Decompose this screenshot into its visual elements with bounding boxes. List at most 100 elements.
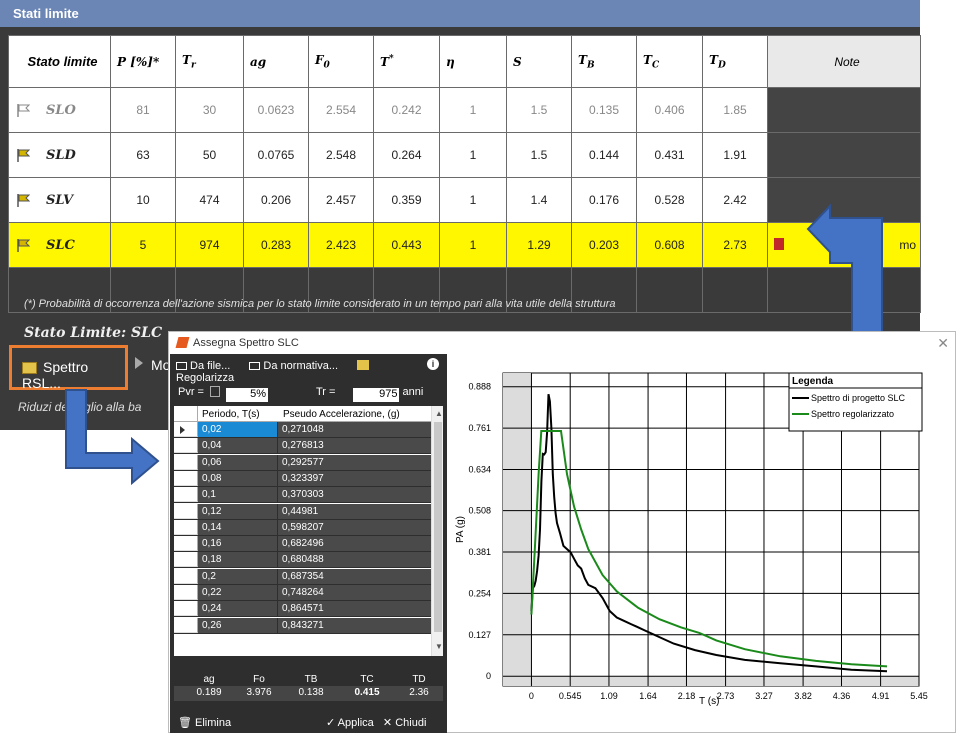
table-row[interactable]: SLO 81 30 0.0623 2.554 0.242 1 1.5 0.135 0.406 1.… [8, 87, 921, 133]
x-tick-label: 4.36 [833, 691, 851, 701]
row-header[interactable] [174, 552, 198, 568]
col-s[interactable]: S [506, 35, 572, 88]
period-cell[interactable]: 0,18 [198, 552, 278, 568]
pa-cell[interactable]: 0,44981 [279, 504, 431, 519]
row-header[interactable] [174, 601, 198, 617]
period-cell[interactable]: 0,06 [198, 454, 278, 470]
row-header[interactable] [174, 568, 198, 584]
row-name: SLD [46, 147, 76, 163]
table-row[interactable]: 0,1 0,370303 [174, 487, 431, 504]
row-header[interactable] [174, 470, 198, 486]
row-header[interactable] [174, 438, 198, 454]
pa-cell[interactable]: 0,370303 [279, 487, 431, 502]
table-row[interactable]: 0,22 0,748264 [174, 585, 431, 601]
grid-scrollbar[interactable]: ▲ ▼ [431, 406, 443, 656]
period-cell[interactable]: 0,26 [198, 617, 278, 633]
period-cell[interactable]: 0,12 [198, 503, 278, 519]
pa-cell[interactable]: 0,687354 [279, 569, 431, 584]
row-header[interactable] [174, 503, 198, 519]
x-axis-label: T (s) [699, 696, 719, 707]
row-header[interactable] [174, 585, 198, 600]
close-icon[interactable]: ✕ [937, 335, 949, 352]
table-row[interactable]: SLV 10 474 0.206 2.457 0.359 1 1.4 0.176 0.528 2.… [8, 177, 921, 223]
col-ag[interactable]: ag [243, 35, 309, 88]
footnote: (*) Probabilità di occorrenza dell'azion… [24, 298, 616, 310]
tr-input[interactable]: 975 [353, 388, 400, 402]
table-row[interactable]: 0,16 0,682496 [174, 536, 431, 553]
col-period[interactable]: Periodo, T(s) [202, 409, 260, 420]
applica-button[interactable]: ✓ Applica [326, 717, 374, 729]
spettro-rsl-button[interactable]: Spettro RSL... [9, 345, 128, 391]
pa-cell[interactable]: 0,276813 [279, 438, 431, 453]
row-header[interactable] [174, 617, 198, 633]
calculator-icon[interactable] [209, 386, 220, 397]
note-cell[interactable]: mo [767, 222, 921, 268]
info-icon[interactable]: i [427, 358, 439, 370]
table-row[interactable]: 0,04 0,276813 [174, 438, 431, 455]
table-row[interactable]: 0,24 0,864571 [174, 601, 431, 618]
period-cell[interactable]: 0,2 [198, 568, 278, 584]
elimina-button[interactable]: 🗑 Elimina [178, 716, 231, 729]
table-row[interactable]: 0,06 0,292577 [174, 454, 431, 471]
mo-button[interactable]: Mo [135, 357, 170, 373]
table-row[interactable]: 0,08 0,323397 [174, 470, 431, 487]
note-cell[interactable] [767, 87, 921, 133]
table-row[interactable]: 0,18 0,680488 [174, 552, 431, 569]
pa-cell[interactable]: 0,843271 [279, 618, 431, 633]
legend-label: Spettro di progetto SLC [811, 393, 906, 403]
col-tb[interactable]: TB [571, 35, 637, 88]
scroll-up-icon[interactable]: ▲ [435, 409, 443, 418]
period-cell[interactable]: 0,14 [198, 519, 278, 535]
chiudi-button[interactable]: ✕ Chiudi [383, 717, 426, 729]
pa-cell[interactable]: 0,682496 [279, 536, 431, 551]
col-pa[interactable]: Pseudo Accelerazione, (g) [283, 409, 400, 420]
period-cell[interactable]: 0,08 [198, 470, 278, 486]
row-header[interactable] [174, 487, 198, 503]
col-td[interactable]: TD [702, 35, 768, 88]
table-row[interactable]: SLD 63 50 0.0765 2.548 0.264 1 1.5 0.144 0.431 1.… [8, 132, 921, 178]
period-cell[interactable]: 0,02 [198, 422, 278, 437]
col-f0[interactable]: F0 [308, 35, 374, 88]
scroll-down-icon[interactable]: ▼ [435, 642, 443, 651]
note-cell[interactable] [767, 177, 921, 223]
col-stato-limite[interactable]: Stato limite [8, 35, 111, 88]
table-row-selected[interactable]: SLC 5 974 0.283 2.423 0.443 1 1.29 0.203 0.608 2.… [8, 222, 921, 268]
table-row[interactable]: 0,12 0,44981 [174, 503, 431, 520]
col-tc[interactable]: TC [636, 35, 703, 88]
period-cell[interactable]: 0,04 [198, 438, 278, 454]
scroll-thumb[interactable] [434, 422, 442, 632]
col-p[interactable]: P [%]* [110, 35, 176, 88]
x-tick-label: 2.18 [678, 691, 696, 701]
pa-cell[interactable]: 0,323397 [279, 471, 431, 486]
y-tick-label: 0.127 [468, 630, 491, 640]
spectrum-grid[interactable]: Periodo, T(s) Pseudo Accelerazione, (g) … [174, 406, 443, 656]
row-header[interactable] [174, 536, 198, 552]
pa-cell[interactable]: 0,271048 [279, 422, 431, 437]
row-header[interactable] [174, 422, 198, 437]
table-row[interactable]: 0,26 0,843271 [174, 617, 431, 634]
period-cell[interactable]: 0,16 [198, 536, 278, 552]
period-cell[interactable]: 0,24 [198, 601, 278, 617]
table-row[interactable]: 0,2 0,687354 [174, 568, 431, 585]
col-note[interactable]: Note [767, 35, 921, 88]
period-cell[interactable]: 0,1 [198, 487, 278, 503]
row-header[interactable] [174, 454, 198, 470]
dialog-title: Assegna Spettro SLC [193, 337, 299, 349]
table-row[interactable]: 0,02 0,271048 [174, 422, 431, 438]
pa-cell[interactable]: 0,292577 [279, 455, 431, 470]
row-header[interactable] [174, 519, 198, 535]
pa-cell[interactable]: 0,680488 [279, 552, 431, 567]
col-tr[interactable]: Tr [175, 35, 244, 88]
note-cell[interactable] [767, 132, 921, 178]
pa-cell[interactable]: 0,864571 [279, 601, 431, 616]
period-cell[interactable]: 0,22 [198, 585, 278, 600]
table-row[interactable]: 0,14 0,598207 [174, 519, 431, 536]
pa-cell[interactable]: 0,598207 [279, 520, 431, 535]
col-tstar[interactable]: T* [373, 35, 440, 88]
pa-cell[interactable]: 0,748264 [279, 585, 431, 600]
da-file-button[interactable]: Da file... [176, 360, 238, 372]
col-eta[interactable]: η [439, 35, 507, 88]
da-normativa-button[interactable]: Da normativa... [249, 360, 346, 372]
y-tick-label: 0.381 [468, 547, 491, 557]
pvr-input[interactable]: 5% [225, 388, 268, 402]
